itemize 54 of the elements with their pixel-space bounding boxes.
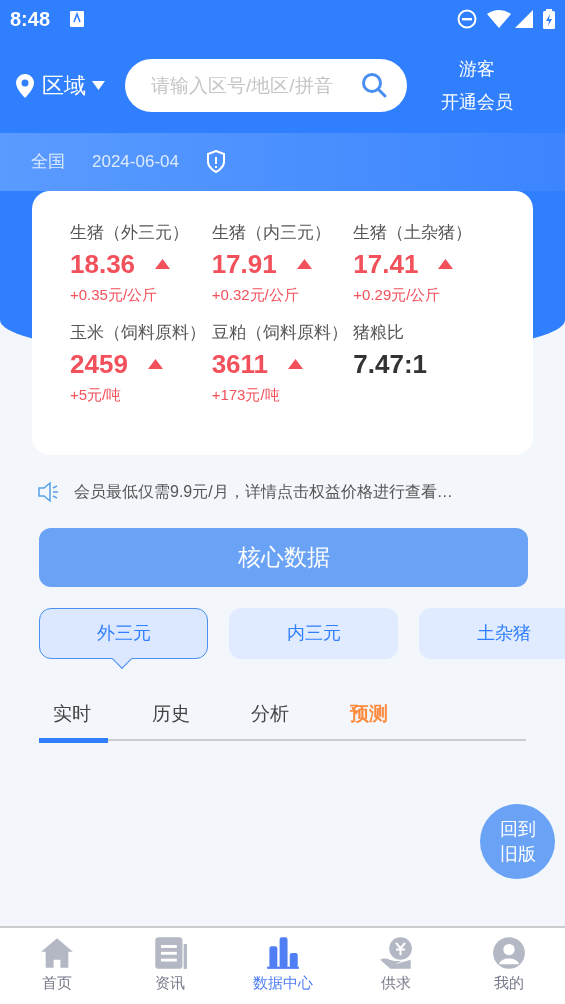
membership-link[interactable]: 开通会员: [441, 85, 513, 119]
price-name: 猪粮比: [353, 322, 406, 344]
price-name: 玉米（饲料原料）: [70, 322, 207, 344]
nav-tab[interactable]: 首页: [0, 928, 113, 1004]
shield-alert-icon[interactable]: [205, 150, 226, 174]
notice-text[interactable]: 会员最低仅需9.9元/月，详情点击权益价格进行查看…: [74, 480, 453, 504]
search-icon[interactable]: [361, 72, 387, 98]
data-tab[interactable]: 分析: [237, 688, 336, 741]
price-name: 生猪（土杂猪）: [353, 222, 474, 244]
signal-icon: [515, 10, 533, 28]
date-label: 2024-06-04: [92, 151, 179, 174]
wifi-icon: [487, 10, 511, 28]
nav-tab[interactable]: 供求: [339, 928, 452, 1004]
old-version-button[interactable]: 回到旧版: [480, 804, 555, 879]
coin-hand-icon: [378, 936, 413, 970]
category-tab[interactable]: 内三元: [229, 608, 398, 659]
price-name: 豆粕（饲料原料）: [211, 322, 349, 344]
battery-icon: [543, 9, 555, 29]
dropdown-caret-icon: [92, 81, 105, 90]
do-not-disturb-icon: [457, 9, 477, 29]
category-tab[interactable]: 土杂猪: [419, 608, 565, 659]
scope-label: 全国: [31, 151, 65, 174]
price-name: 生猪（外三元）: [70, 222, 190, 244]
status-time: 8:48: [10, 7, 51, 32]
core-data-button[interactable]: 核心数据: [39, 528, 528, 587]
nav-tab[interactable]: 数据中心: [226, 928, 339, 1004]
price-value: 2459: [70, 347, 128, 381]
price-name: 生猪（内三元）: [211, 222, 332, 244]
price-change: +0.32元/公斤: [211, 285, 300, 305]
nav-tab[interactable]: 资讯: [113, 928, 226, 1004]
price-change: +0.29元/公斤: [353, 285, 442, 305]
data-tab[interactable]: 实时: [39, 688, 138, 741]
category-tab[interactable]: 外三元: [39, 608, 208, 659]
price-value: 18.36: [70, 247, 136, 281]
nav-tab[interactable]: 我的: [452, 928, 565, 1004]
price-change: +173元/吨: [211, 385, 281, 405]
price-value: 3611: [211, 347, 269, 381]
speaker-icon: [38, 481, 60, 503]
data-tab[interactable]: 历史: [138, 688, 237, 741]
region-selector[interactable]: 区域: [42, 69, 86, 102]
guest-label: 游客: [459, 57, 495, 81]
search-field[interactable]: 请输入区号/地区/拼音: [125, 59, 407, 112]
price-value: 17.41: [353, 247, 419, 281]
price-value: 17.91: [211, 247, 277, 281]
bar-chart-icon: [265, 936, 300, 970]
price-value: 7.47:1: [353, 347, 428, 381]
data-tab[interactable]: 预测: [336, 688, 435, 741]
location-pin-icon: [16, 73, 34, 98]
keyboard-icon: [70, 11, 85, 27]
price-change: +5元/吨: [70, 385, 123, 405]
home-icon: [39, 936, 74, 970]
price-change: +0.35元/公斤: [70, 285, 159, 305]
user-icon: [491, 936, 526, 970]
document-icon: [152, 936, 187, 970]
